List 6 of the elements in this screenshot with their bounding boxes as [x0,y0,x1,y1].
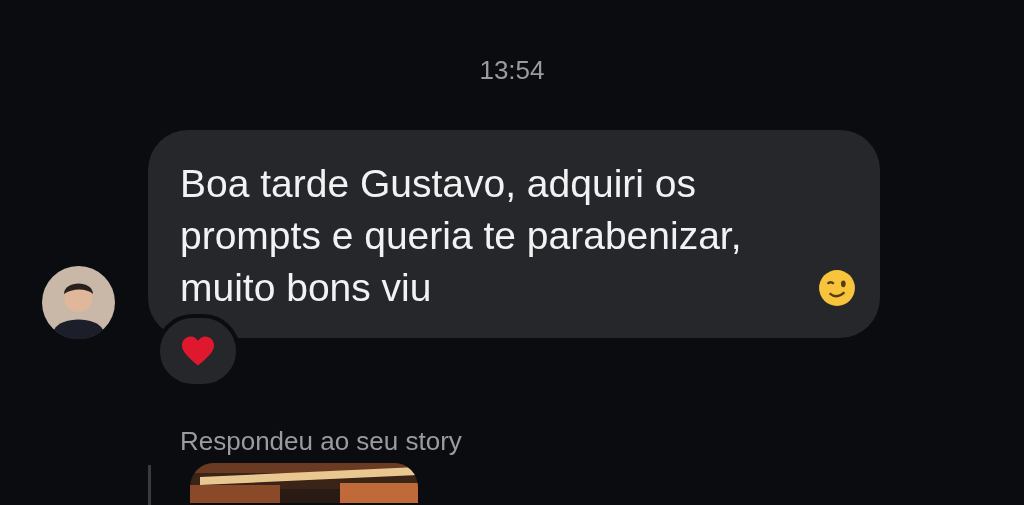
timestamp: 13:54 [479,55,545,85]
avatar[interactable] [42,266,115,339]
heart-icon [180,335,216,367]
winking-face-icon [818,269,856,307]
story-reply-label: Respondeu ao seu story [180,426,462,456]
message-text: Boa tarde Gustavo, adquiri os prompts e queria te parabenizar, muito bons viu [180,161,743,311]
